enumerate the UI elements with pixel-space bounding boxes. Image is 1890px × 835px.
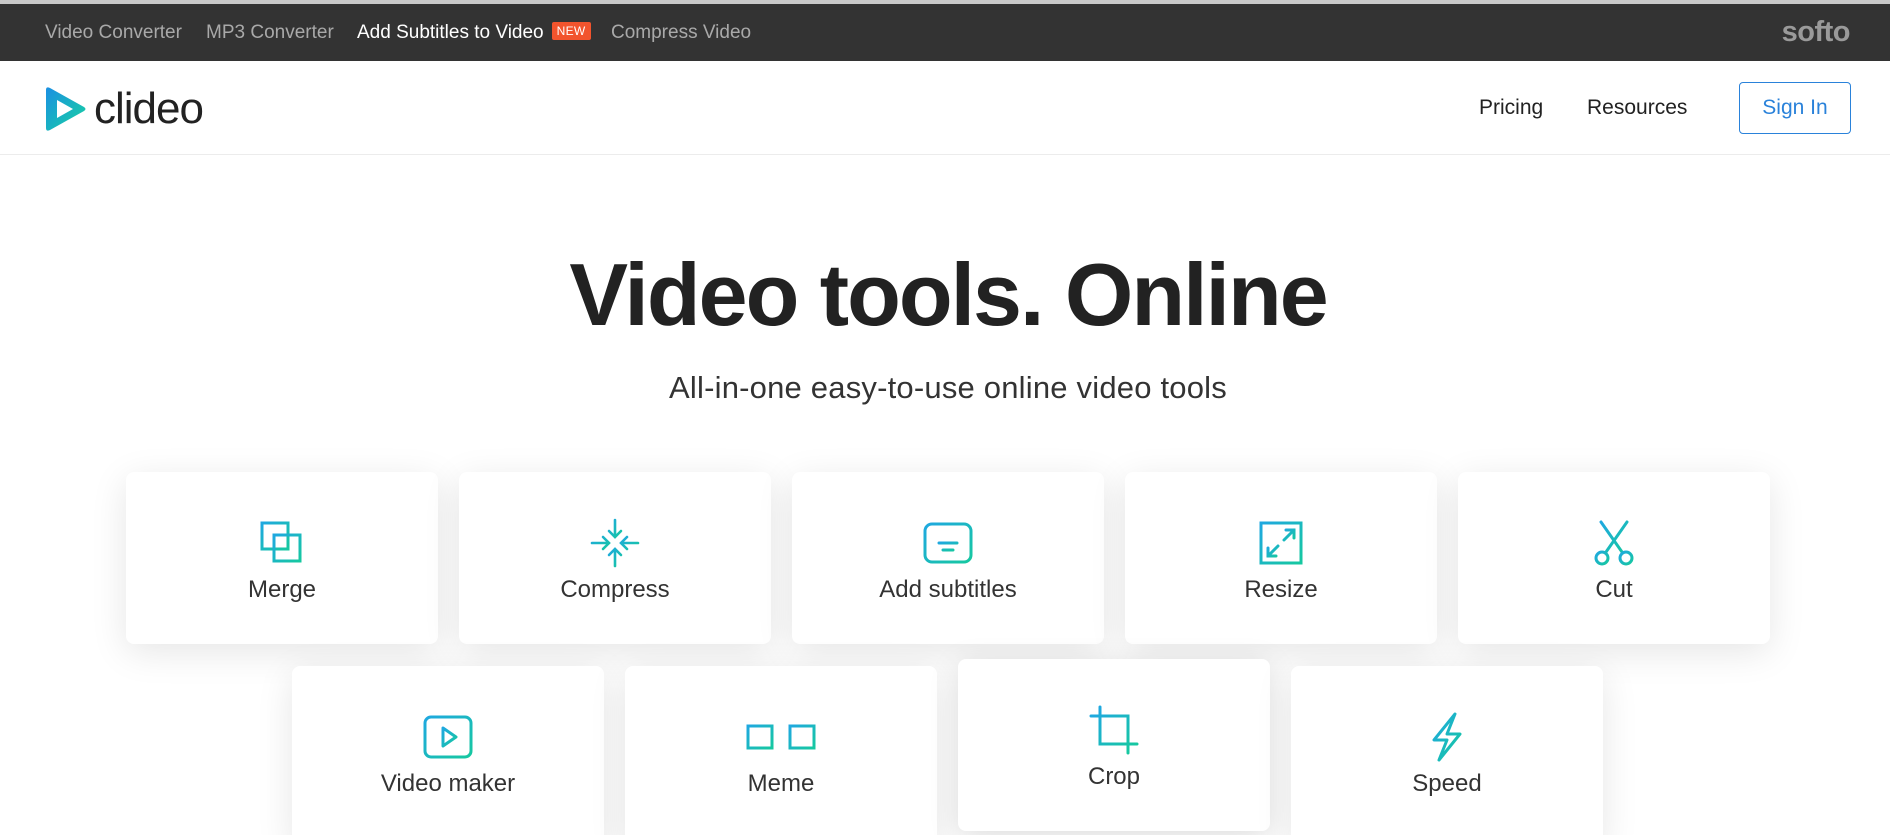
merge-icon <box>257 518 307 568</box>
tool-label: Resize <box>1244 576 1318 603</box>
tool-label: Merge <box>247 576 317 603</box>
topbar-link-mp3-converter[interactable]: MP3 Converter <box>206 4 334 61</box>
crop-icon <box>1089 705 1139 755</box>
compress-icon <box>590 518 640 568</box>
tool-card-compress[interactable]: Compress <box>459 472 771 644</box>
tool-card-crop[interactable]: Crop <box>958 659 1270 831</box>
tool-label: Cut <box>1595 576 1633 603</box>
softo-logo[interactable]: softo <box>1782 4 1851 61</box>
page-title: Video tools. Online <box>569 245 1328 344</box>
clideo-logo[interactable]: clideo <box>44 84 204 133</box>
tool-card-cut[interactable]: Cut <box>1458 472 1770 644</box>
tool-label: Add subtitles <box>879 576 1017 603</box>
logo-wordmark: clideo <box>94 84 204 133</box>
tool-card-merge[interactable]: Merge <box>126 472 438 644</box>
nav-pricing[interactable]: Pricing <box>1479 61 1543 155</box>
site-header: clideo Pricing Resources Sign In <box>0 61 1890 155</box>
resize-icon <box>1256 518 1306 568</box>
topbar-link-compress-video[interactable]: Compress Video <box>611 4 751 61</box>
scissors-icon <box>1589 518 1639 568</box>
tool-label: Video maker <box>380 770 516 797</box>
tool-label: Compress <box>560 576 670 603</box>
lightning-icon <box>1422 712 1472 762</box>
tool-label: Meme <box>747 770 815 797</box>
glasses-icon <box>738 712 824 762</box>
tool-card-resize[interactable]: Resize <box>1125 472 1437 644</box>
topbar-link-label: Add Subtitles to Video <box>357 22 544 43</box>
topbar-link-add-subtitles[interactable]: Add Subtitles to Video NEW <box>357 4 591 61</box>
tool-card-video-maker[interactable]: Video maker <box>292 666 604 835</box>
nav-resources[interactable]: Resources <box>1587 61 1687 155</box>
subtitles-icon <box>923 518 973 568</box>
video-play-icon <box>423 712 473 762</box>
tool-card-add-subtitles[interactable]: Add subtitles <box>792 472 1104 644</box>
tool-card-speed[interactable]: Speed <box>1291 666 1603 835</box>
new-badge: NEW <box>551 22 591 40</box>
tool-label: Speed <box>1412 770 1482 797</box>
clideo-play-logo-icon <box>46 87 86 131</box>
tool-label: Crop <box>1087 763 1141 790</box>
topbar-link-video-converter[interactable]: Video Converter <box>45 4 182 61</box>
page-subtitle: All-in-one easy-to-use online video tool… <box>669 370 1227 405</box>
product-topbar: Video Converter MP3 Converter Add Subtit… <box>0 4 1890 61</box>
tool-card-meme[interactable]: Meme <box>625 666 937 835</box>
sign-in-button[interactable]: Sign In <box>1739 82 1851 134</box>
